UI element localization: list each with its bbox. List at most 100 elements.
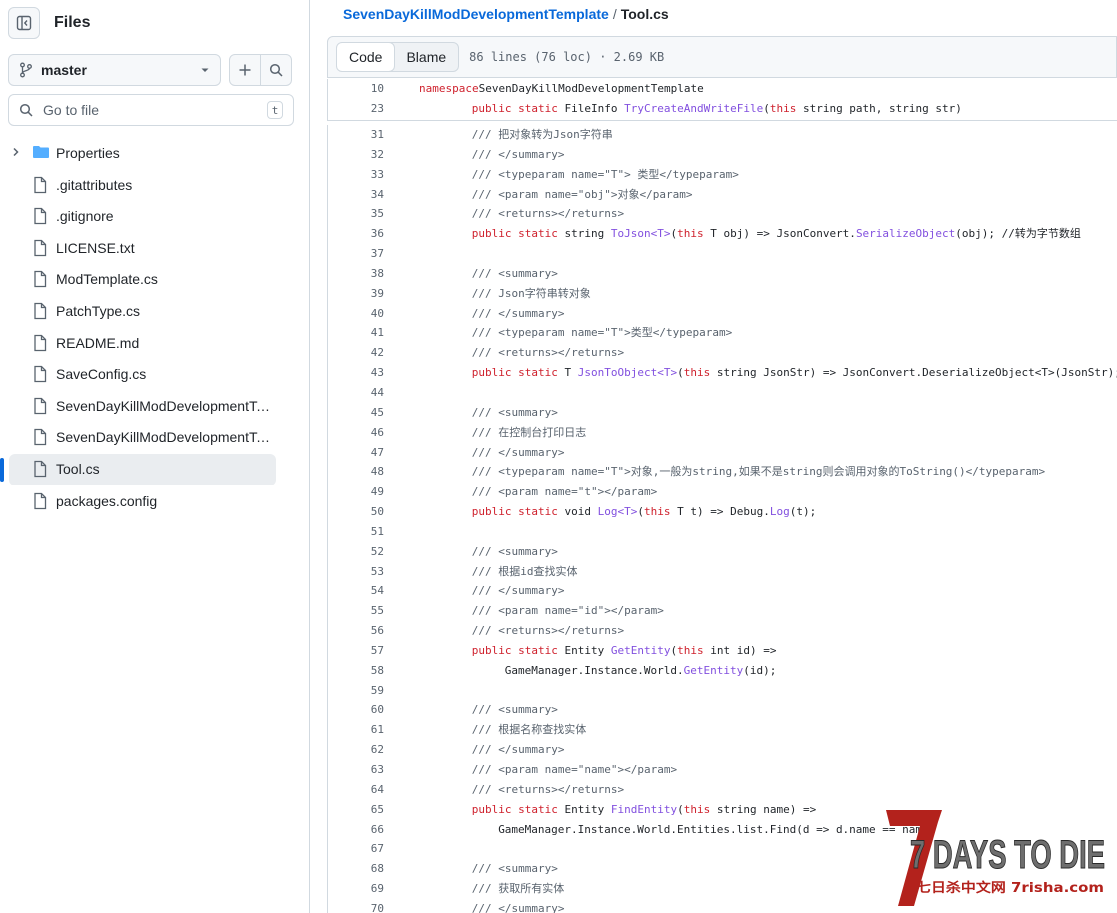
- line-number[interactable]: 66: [328, 820, 384, 840]
- tab-blame[interactable]: Blame: [394, 43, 458, 71]
- line-number[interactable]: 45: [328, 403, 384, 423]
- line-number[interactable]: 59: [328, 681, 384, 701]
- tree-file-item[interactable]: packages.config: [0, 485, 309, 517]
- chevron-right-icon[interactable]: [10, 146, 22, 158]
- search-code-button[interactable]: [261, 55, 291, 85]
- code-text: (: [763, 102, 770, 115]
- tree-file-item[interactable]: Tool.cs: [0, 453, 309, 485]
- tree-file-item[interactable]: LICENSE.txt: [0, 232, 309, 264]
- code-keyword: public static: [471, 102, 558, 115]
- code-line: 40 /// </summary>: [328, 304, 1117, 324]
- line-number[interactable]: 39: [328, 284, 384, 304]
- logo-text: 7 DAYS TO DIE: [910, 833, 1105, 877]
- line-number[interactable]: 53: [328, 562, 384, 582]
- code-text: (t);: [789, 505, 817, 519]
- breadcrumb-separator: /: [612, 6, 617, 22]
- line-number[interactable]: 51: [328, 522, 384, 542]
- tree-file-item[interactable]: SaveConfig.cs: [0, 358, 309, 390]
- code-text: Entity: [557, 643, 611, 657]
- tab-code[interactable]: Code: [337, 43, 396, 71]
- go-to-file-input[interactable]: Go to file t: [8, 94, 294, 126]
- line-number[interactable]: 61: [328, 720, 384, 740]
- code-line: 61 /// 根据名称查找实体: [328, 720, 1117, 740]
- line-number[interactable]: 40: [328, 304, 384, 324]
- line-source: /// <param name="t"></param>: [419, 482, 657, 502]
- line-number[interactable]: 46: [328, 423, 384, 443]
- line-source: /// </summary>: [419, 581, 565, 601]
- tree-folder-item[interactable]: Properties: [0, 137, 309, 169]
- add-file-button[interactable]: [230, 55, 261, 85]
- line-source: GameManager.Instance.World.GetEntity(id)…: [419, 661, 777, 681]
- line-number[interactable]: 58: [328, 661, 384, 681]
- code-keyword: this: [677, 227, 704, 241]
- line-number[interactable]: 36: [328, 224, 384, 244]
- line-number[interactable]: 54: [328, 581, 384, 601]
- line-number[interactable]: 41: [328, 323, 384, 343]
- line-number[interactable]: 68: [328, 859, 384, 879]
- tree-file-item[interactable]: PatchType.cs: [0, 295, 309, 327]
- line-number[interactable]: 55: [328, 601, 384, 621]
- line-number[interactable]: 49: [328, 482, 384, 502]
- line-number[interactable]: 37: [328, 244, 384, 264]
- line-number[interactable]: 47: [328, 443, 384, 463]
- line-number[interactable]: 23: [328, 99, 384, 119]
- folder-icon: [33, 146, 49, 158]
- line-number[interactable]: 33: [328, 165, 384, 185]
- line-number[interactable]: 50: [328, 502, 384, 522]
- code-comment: /// <summary>: [471, 544, 558, 558]
- code-comment: /// </summary>: [471, 743, 565, 757]
- line-source: /// 在控制台打印日志: [419, 423, 587, 443]
- tree-file-item[interactable]: .gitignore: [0, 200, 309, 232]
- line-number[interactable]: 44: [328, 383, 384, 403]
- line-number[interactable]: 35: [328, 204, 384, 224]
- code-line: 33 /// <typeparam name="T"> 类型</typeparam…: [328, 165, 1117, 185]
- keyboard-shortcut-hint: t: [267, 101, 283, 119]
- tree-file-item[interactable]: SevenDayKillModDevelopmentTe...: [0, 390, 309, 422]
- tree-file-item[interactable]: SevenDayKillModDevelopmentTe...: [0, 421, 309, 453]
- line-number[interactable]: 34: [328, 185, 384, 205]
- code-keyword: public static: [471, 643, 558, 657]
- code-line: 10 namespaceSevenDayKillModDevelopmentTem…: [328, 79, 1117, 99]
- line-number[interactable]: 60: [328, 700, 384, 720]
- line-source: /// <param name="id"></param>: [419, 601, 664, 621]
- line-number[interactable]: 63: [328, 760, 384, 780]
- code-comment: /// <summary>: [471, 266, 558, 280]
- code-comment: /// </summary>: [471, 147, 565, 161]
- line-number[interactable]: 65: [328, 800, 384, 820]
- line-number[interactable]: 52: [328, 542, 384, 562]
- line-number[interactable]: 70: [328, 899, 384, 913]
- line-number[interactable]: 69: [328, 879, 384, 899]
- tree-file-item[interactable]: ModTemplate.cs: [0, 263, 309, 295]
- line-source: public static FileInfo TryCreateAndWrite…: [419, 99, 962, 119]
- tree-item-label: ModTemplate.cs: [56, 271, 158, 288]
- branch-row: master: [8, 54, 294, 86]
- code-line: 39 /// Json字符串转对象: [328, 284, 1117, 304]
- line-number[interactable]: 57: [328, 641, 384, 661]
- line-number[interactable]: 38: [328, 264, 384, 284]
- collapse-sidebar-button[interactable]: [8, 7, 40, 39]
- branch-selector[interactable]: master: [8, 54, 221, 86]
- code-line: 44: [328, 383, 1117, 403]
- breadcrumb-repo-link[interactable]: SevenDayKillModDevelopmentTemplate: [343, 6, 609, 22]
- line-number[interactable]: 64: [328, 780, 384, 800]
- line-number[interactable]: 31: [328, 125, 384, 145]
- line-number[interactable]: 42: [328, 343, 384, 363]
- view-mode-toggle: Code Blame: [336, 42, 460, 72]
- tree-item-label: LICENSE.txt: [56, 239, 135, 256]
- line-number[interactable]: 56: [328, 621, 384, 641]
- tree-file-item[interactable]: README.md: [0, 327, 309, 359]
- code-text: (: [677, 802, 684, 816]
- line-number[interactable]: 32: [328, 145, 384, 165]
- code-function: TryCreateAndWriteFile: [624, 102, 764, 115]
- line-number[interactable]: 43: [328, 363, 384, 383]
- tree-file-item[interactable]: .gitattributes: [0, 169, 309, 201]
- line-number[interactable]: 10: [328, 79, 384, 99]
- line-source: /// </summary>: [419, 443, 565, 463]
- code-line: 32 /// </summary>: [328, 145, 1117, 165]
- go-to-file-placeholder: Go to file: [43, 102, 100, 118]
- code-text: string JsonStr) => JsonConvert.Deseriali…: [710, 366, 1117, 380]
- line-number[interactable]: 48: [328, 462, 384, 482]
- line-number[interactable]: 67: [328, 839, 384, 859]
- line-number[interactable]: 62: [328, 740, 384, 760]
- code-line: 47 /// </summary>: [328, 443, 1117, 463]
